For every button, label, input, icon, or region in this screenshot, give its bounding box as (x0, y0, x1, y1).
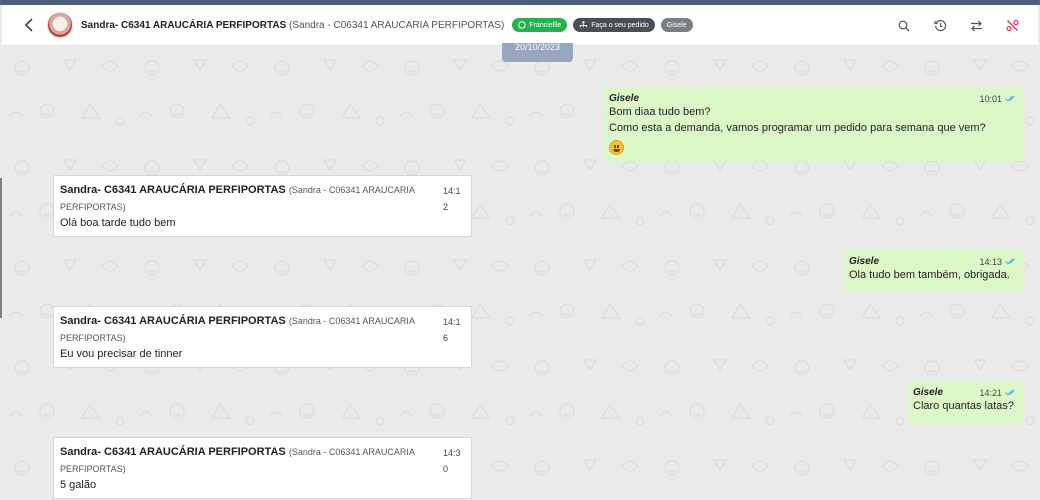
sender-name: Gisele (849, 256, 880, 267)
chat-header: Sandra- C6341 ARAUCÁRIA PERFIPORTAS (San… (2, 5, 1038, 46)
contact-name: Sandra- C6341 ARAUCÁRIA PERFIPORTAS (81, 19, 287, 31)
message-text: Ola tudo bem também, obrigada. (849, 269, 1010, 281)
transfer-button[interactable] (958, 11, 994, 41)
grinning-face-emoji (609, 140, 624, 155)
back-button[interactable] (14, 10, 44, 40)
message-text: Como esta a demanda, vamos programar um … (609, 122, 986, 134)
double-check-icon (1005, 258, 1015, 265)
incoming-message[interactable]: Sandra- C6341 ARAUCÁRIA PERFIPORTAS (San… (53, 437, 472, 499)
contact-title[interactable]: Sandra- C6341 ARAUCÁRIA PERFIPORTAS (San… (81, 20, 504, 31)
message-text: Claro quantas latas? (913, 400, 1014, 412)
message-text: Eu vou precisar de tinner (60, 348, 183, 360)
search-icon (898, 20, 910, 31)
message-time: 14:13 (979, 256, 1002, 267)
message-time: 10:01 (979, 93, 1002, 104)
contact-name: Sandra- C6341 ARAUCÁRIA PERFIPORTAS (60, 184, 286, 196)
sender-name: Gisele (609, 93, 640, 104)
message-time: 14:30 (443, 448, 461, 474)
percent-icon (1005, 19, 1019, 32)
flow-badge[interactable]: Faça o seu pedido (573, 18, 655, 32)
outgoing-message[interactable]: Gisele 14:13 Ola tudo bem também, obriga… (843, 250, 1023, 292)
whatsapp-icon (518, 21, 526, 29)
outgoing-message[interactable]: Gisele 14:21 Claro quantas latas? (907, 381, 1023, 423)
contact-subtitle: (Sandra - C06341 ARAUCARIA PERFIPORTAS) (289, 19, 505, 31)
agent-badge-label: Franciellle (529, 21, 562, 29)
close-ticket-button[interactable] (994, 11, 1030, 41)
sender-name: Gisele (913, 387, 944, 398)
agent-badge[interactable]: Franciellle (512, 18, 568, 32)
contact-name: Sandra- C6341 ARAUCÁRIA PERFIPORTAS (60, 315, 286, 327)
user-badge-label: Gisele (666, 21, 687, 29)
incoming-message[interactable]: Sandra- C6341 ARAUCÁRIA PERFIPORTAS (San… (53, 175, 472, 237)
transfer-icon (970, 20, 982, 31)
search-button[interactable] (886, 11, 922, 41)
incoming-message[interactable]: Sandra- C6341 ARAUCÁRIA PERFIPORTAS (San… (53, 306, 472, 368)
message-time: 14:12 (443, 186, 461, 212)
history-button[interactable] (922, 11, 958, 41)
contact-name: Sandra- C6341 ARAUCÁRIA PERFIPORTAS (60, 446, 286, 458)
history-icon (933, 19, 946, 32)
outgoing-message[interactable]: Gisele 10:01 Bom diaa tudo bem? Como est… (603, 87, 1023, 161)
message-text: Olá boa tarde tudo bem (60, 217, 176, 229)
message-time: 14:16 (443, 317, 461, 343)
flow-badge-label: Faça o seu pedido (591, 21, 649, 29)
message-time: 14:21 (979, 387, 1002, 398)
double-check-icon (1005, 95, 1015, 102)
avatar[interactable] (47, 12, 73, 38)
message-text: 5 galão (60, 479, 97, 491)
chevron-left-icon (24, 18, 33, 32)
date-separator: 20/10/2023 (502, 43, 573, 62)
message-text: Bom diaa tudo bem? (609, 106, 711, 118)
left-edge-marker (0, 178, 2, 318)
double-check-icon (1005, 389, 1015, 396)
user-badge[interactable]: Gisele (660, 18, 693, 32)
flow-icon (580, 21, 588, 28)
